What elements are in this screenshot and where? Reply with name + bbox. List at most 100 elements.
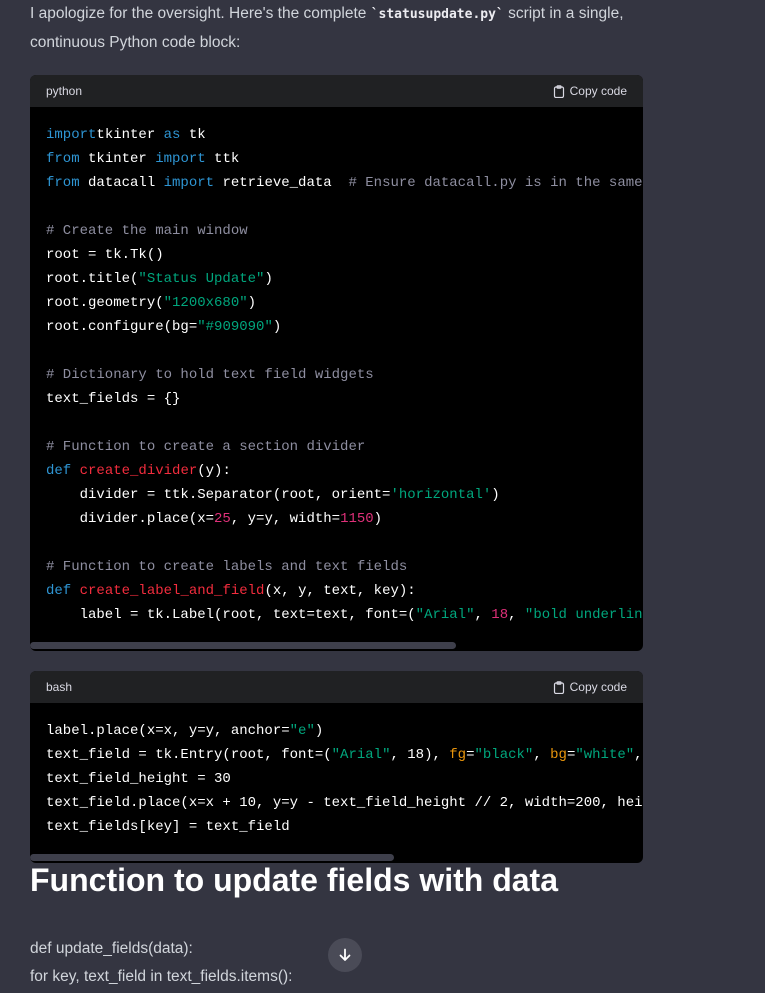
- code-line: root.geometry("1200x680"): [46, 291, 627, 315]
- code-token: create_label_and_field: [79, 583, 265, 599]
- code-token: "Arial": [415, 607, 475, 623]
- code-line: text_field_height = 30: [46, 767, 627, 791]
- code-token: create_divider: [79, 463, 198, 479]
- section-heading: Function to update fields with data: [30, 862, 558, 898]
- code-token: =: [466, 747, 475, 763]
- code-token: root.geometry(: [46, 295, 164, 311]
- clipboard-icon: [553, 680, 564, 694]
- code-token: from: [46, 175, 80, 191]
- code-token: ttk: [205, 151, 240, 167]
- code-content: label.place(x=x, y=y, anchor="e") text_fi…: [30, 703, 643, 839]
- code-token: ): [373, 511, 383, 527]
- code-line: # Create the main window: [46, 219, 627, 243]
- code-line: def create_label_and_field(x, y, text, k…: [46, 579, 627, 603]
- horizontal-scrollbar[interactable]: [30, 642, 456, 649]
- code-block-python: python Copy code importtkinter as tk from…: [30, 75, 643, 651]
- code-line: # Function to create a section divider: [46, 435, 627, 459]
- code-line: from tkinter import ttk: [46, 147, 627, 171]
- code-line: importtkinter as tk: [46, 123, 627, 147]
- code-token: def: [46, 463, 72, 479]
- code-line: divider = ttk.Separator(root, orient='ho…: [46, 483, 627, 507]
- code-token: ): [272, 319, 282, 335]
- code-token: , 18),: [390, 747, 450, 763]
- code-content: importtkinter as tk from tkinter import t…: [30, 107, 643, 627]
- code-token: text_field.place(x=x + 10, y=y - text_fi…: [46, 795, 643, 811]
- code-token: ): [264, 271, 273, 287]
- code-token: "black": [474, 747, 534, 763]
- copy-code-button[interactable]: Copy code: [553, 84, 627, 98]
- code-token: root.configure(bg=: [46, 319, 198, 335]
- code-block-header: bash Copy code: [30, 671, 643, 703]
- code-token: label.place(x=x, y=y, anchor=: [46, 723, 290, 739]
- code-token: text_field = tk.Entry(root, font=(: [46, 747, 332, 763]
- code-token: text_fields[key] = text_field: [46, 819, 290, 835]
- code-token: 25: [214, 511, 231, 527]
- code-token: divider.place(x=: [46, 511, 215, 527]
- code-token: ,: [474, 607, 492, 623]
- inline-code-filename: `statusupdate.py`: [370, 7, 504, 22]
- copy-code-label: Copy code: [569, 680, 627, 694]
- code-line: root = tk.Tk(): [46, 243, 627, 267]
- intro-before: I apologize for the oversight. Here's th…: [30, 5, 371, 22]
- code-line: def create_divider(y):: [46, 459, 627, 483]
- code-token: "#909090": [197, 319, 273, 335]
- copy-code-label: Copy code: [569, 84, 627, 98]
- code-token: fg: [449, 747, 467, 763]
- code-token: "1200x680": [163, 295, 248, 311]
- code-line: root.title("Status Update"): [46, 267, 627, 291]
- code-token: ): [491, 487, 500, 503]
- code-line: label = tk.Label(root, text=text, font=(…: [46, 603, 643, 627]
- code-token: root.title(: [46, 271, 139, 287]
- code-token: tkinter: [96, 127, 164, 143]
- code-line: text_field = tk.Entry(root, font=("Arial…: [46, 743, 643, 767]
- code-line: from datacall import retrieve_data # Ens…: [46, 171, 643, 195]
- code-token: from: [46, 151, 80, 167]
- arrow-down-icon: [339, 948, 351, 961]
- code-token: "bold underlin: [524, 607, 643, 623]
- code-token: text_field_height = 30: [46, 771, 231, 787]
- code-token: def: [46, 583, 72, 599]
- code-line: text_fields[key] = text_field: [46, 815, 627, 839]
- code-token: ,: [634, 747, 643, 763]
- code-token: "white": [575, 747, 635, 763]
- paragraph: for key, text_field in text_fields.items…: [30, 968, 293, 985]
- code-line: # Dictionary to hold text field widgets: [46, 363, 627, 387]
- code-line: text_fields = {}: [46, 387, 627, 411]
- code-block-bash: bash Copy code label.place(x=x, y=y, anc…: [30, 671, 643, 863]
- code-line: divider.place(x=25, y=y, width=1150): [46, 507, 627, 531]
- scroll-to-bottom-button[interactable]: [328, 938, 362, 972]
- code-token: as: [163, 127, 181, 143]
- code-token: root = tk.Tk(): [46, 247, 164, 263]
- code-language-label: python: [46, 84, 83, 98]
- code-token: "Status Update": [138, 271, 265, 287]
- copy-code-button[interactable]: Copy code: [553, 680, 627, 694]
- code-token: bg: [550, 747, 567, 763]
- code-token: retrieve_data: [214, 175, 349, 191]
- horizontal-scrollbar[interactable]: [30, 854, 394, 861]
- code-token: ,: [508, 607, 525, 623]
- code-token: # Dictionary to hold text field widgets: [46, 367, 374, 383]
- code-block-header: python Copy code: [30, 75, 643, 107]
- code-token: (x, y, text, key):: [264, 583, 416, 599]
- code-token: import: [46, 127, 97, 143]
- code-line: text_field.place(x=x + 10, y=y - text_fi…: [46, 791, 643, 815]
- code-token: 18: [491, 607, 509, 623]
- code-token: divider = ttk.Separator(root, orient=: [46, 487, 391, 503]
- code-token: 'horizontal': [390, 487, 492, 503]
- code-line: # Function to create labels and text fie…: [46, 555, 627, 579]
- code-token: datacall: [79, 175, 164, 191]
- code-token: tkinter: [79, 151, 156, 167]
- code-token: , y=y, width=: [230, 511, 341, 527]
- clipboard-icon: [553, 84, 564, 98]
- code-token: ,: [533, 747, 551, 763]
- code-token: ): [314, 723, 324, 739]
- intro-text: I apologize for the oversight. Here's th…: [30, 0, 630, 57]
- code-token: label = tk.Label(root, text=text, font=(: [46, 607, 416, 623]
- code-token: import: [155, 151, 206, 167]
- code-token: "Arial": [331, 747, 391, 763]
